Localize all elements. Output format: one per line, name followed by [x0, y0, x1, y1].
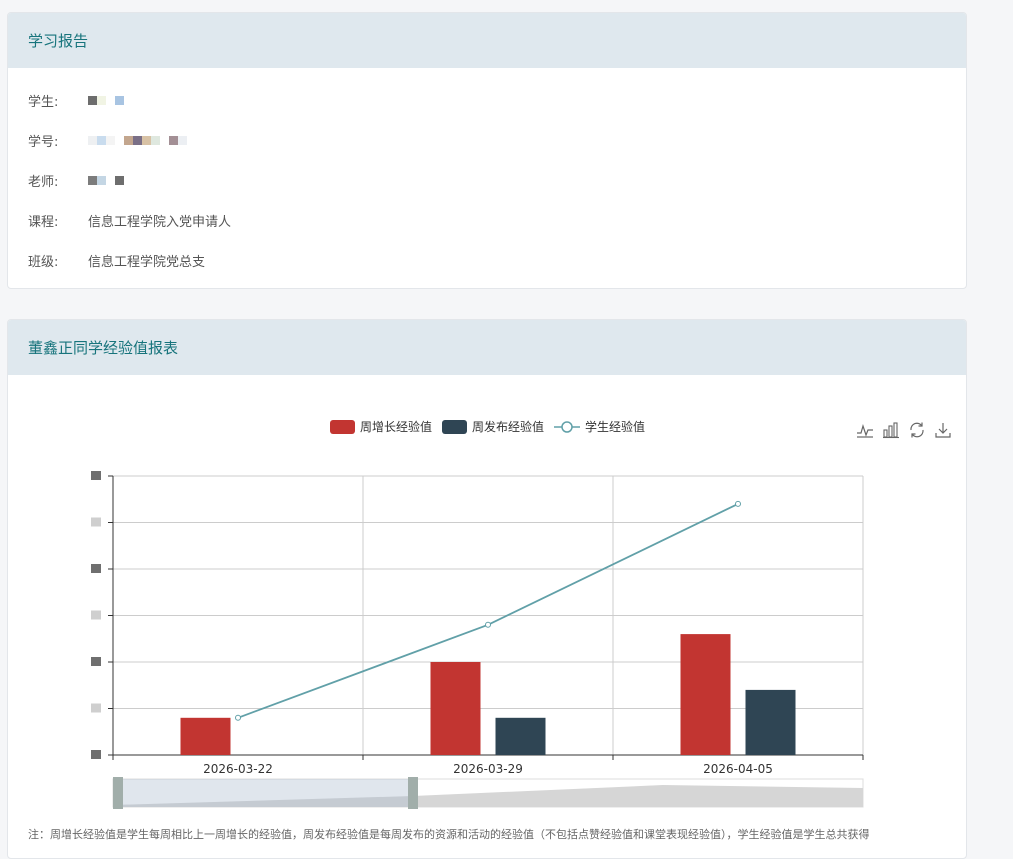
y-tick-label-masked-4 [91, 564, 101, 573]
experience-report-card: 董鑫正同学经验值报表 周增长经验值 周发布经验值 学生经验值 2026-03-2… [7, 319, 967, 859]
x-tick-label: 2026-03-22 [203, 762, 273, 776]
teacher-label: 老师: [28, 175, 59, 190]
teacher-value-masked [88, 176, 124, 185]
student-id-value-masked [88, 136, 187, 145]
y-tick-label-masked-1 [91, 703, 101, 713]
experience-report-title: 董鑫正同学经验值报表 [28, 339, 179, 357]
bar-weekly-growth[interactable] [680, 634, 731, 755]
study-report-card: 学习报告 学生: 学号: 老师: 课程: 信息工程学院入党申请人 班级: 信息工… [7, 12, 967, 289]
datazoom-handle-right[interactable] [408, 777, 418, 809]
datazoom-selection[interactable] [113, 779, 413, 807]
class-value: 信息工程学院党总支 [88, 255, 206, 270]
chart-note: 注：周增长经验值是学生每周相比上一周增长的经验值，周发布经验值是每周发布的资源和… [28, 828, 870, 841]
course-label: 课程: [28, 215, 59, 230]
datazoom-handle-left[interactable] [113, 777, 123, 809]
line-point[interactable] [235, 714, 241, 721]
student-label: 学生: [28, 95, 59, 110]
line-student-exp [237, 503, 739, 719]
course-row: 课程: 信息工程学院入党申请人 [28, 211, 231, 230]
experience-chart: 周增长经验值 周发布经验值 学生经验值 2026-03-22 2026-03-2… [8, 376, 966, 858]
chart-canvas: 2026-03-22 2026-03-29 2026-04-05 [91, 471, 864, 809]
student-id-row: 学号: [28, 131, 187, 150]
class-label: 班级: [28, 255, 59, 270]
bar-weekly-growth[interactable] [430, 662, 481, 755]
line-point[interactable] [735, 500, 741, 507]
course-value: 信息工程学院入党申请人 [88, 215, 232, 230]
experience-report-header: 董鑫正同学经验值报表 [8, 320, 966, 375]
student-id-label: 学号: [28, 135, 59, 150]
x-tick-label: 2026-03-29 [453, 762, 523, 776]
study-report-title: 学习报告 [28, 32, 89, 50]
student-value-masked [88, 96, 124, 105]
study-report-header: 学习报告 [8, 13, 966, 68]
bar-weekly-growth[interactable] [180, 717, 231, 755]
x-tick-label: 2026-04-05 [703, 762, 773, 776]
bar-weekly-publish[interactable] [495, 717, 546, 755]
y-tick-label-masked-3 [91, 610, 101, 620]
y-tick-label-masked-5 [91, 517, 101, 527]
y-tick-label-masked-2 [91, 657, 101, 666]
line-point[interactable] [485, 621, 491, 628]
teacher-row: 老师: [28, 171, 124, 190]
bar-weekly-publish[interactable] [745, 689, 796, 755]
y-tick-label-masked-0 [91, 750, 101, 759]
y-tick-label-masked-6 [91, 471, 101, 480]
student-row: 学生: [28, 91, 124, 110]
class-row: 班级: 信息工程学院党总支 [28, 251, 205, 270]
